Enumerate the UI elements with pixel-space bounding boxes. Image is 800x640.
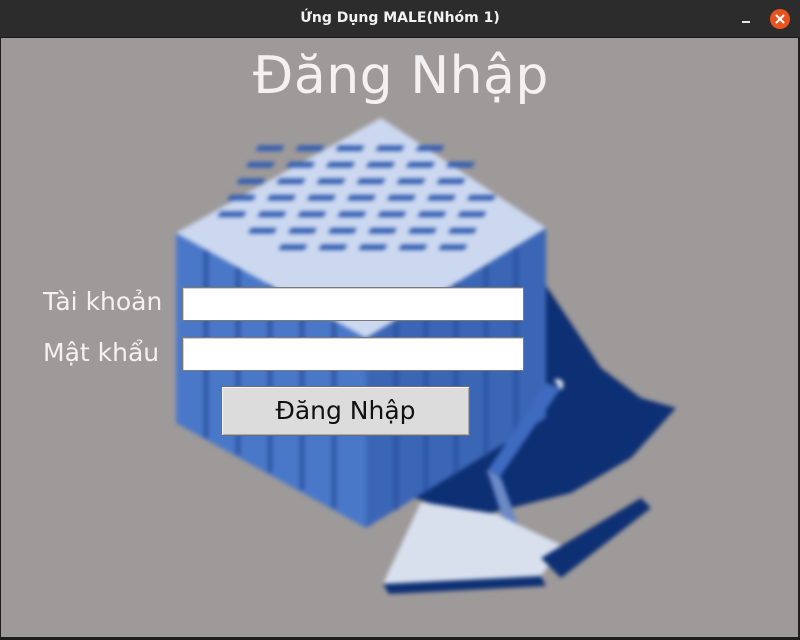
title-bar[interactable]: Ứng Dụng MALE(Nhóm 1) <box>0 0 800 38</box>
window-title: Ứng Dụng MALE(Nhóm 1) <box>300 10 500 26</box>
app-window: Ứng Dụng MALE(Nhóm 1) Đăng Nhập Tài khoả… <box>0 0 800 640</box>
login-button[interactable]: Đăng Nhập <box>221 386 470 436</box>
password-field[interactable] <box>182 337 524 371</box>
username-label: Tài khoản <box>43 287 163 316</box>
close-icon <box>775 14 785 24</box>
minimize-button[interactable] <box>736 10 756 28</box>
password-label: Mật khẩu <box>43 338 160 367</box>
username-field[interactable] <box>182 287 524 321</box>
page-title: Đăng Nhập <box>253 46 549 106</box>
close-button[interactable] <box>770 9 790 29</box>
minimize-icon <box>742 21 750 23</box>
login-form-area: Đăng Nhập Tài khoản Mật khẩu Đăng Nhập <box>1 38 798 637</box>
